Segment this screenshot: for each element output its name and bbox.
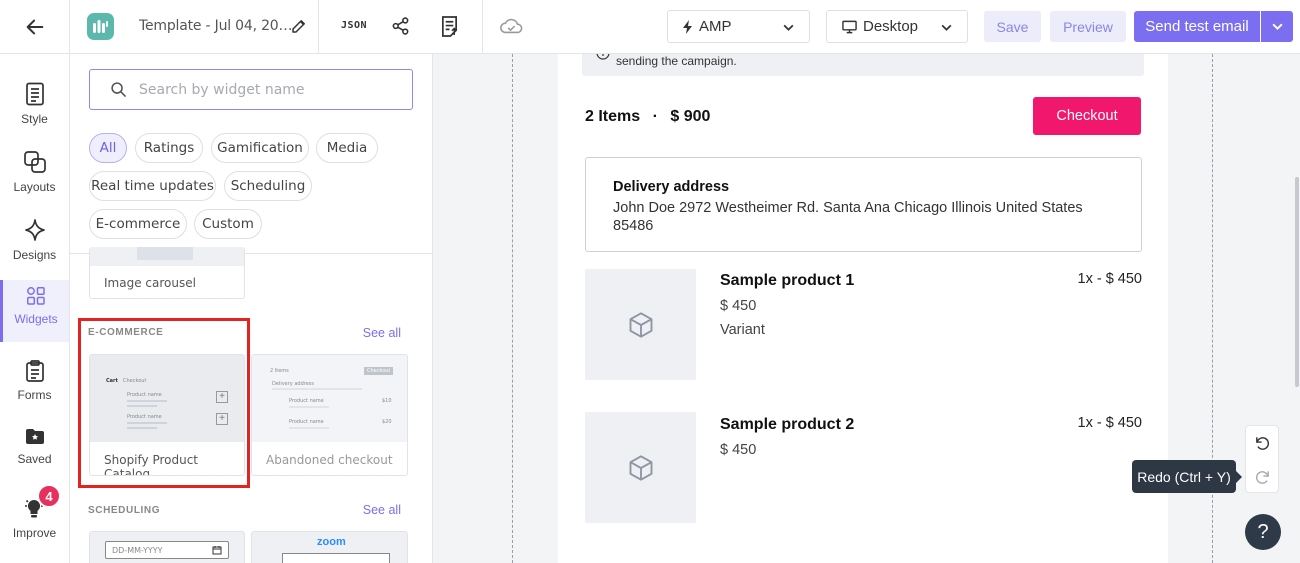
help-button[interactable]: ?	[1245, 514, 1281, 550]
divider	[318, 0, 319, 53]
rail-item-style[interactable]: Style	[0, 76, 69, 138]
chevron-down-icon	[1271, 23, 1283, 31]
redo-tooltip: Redo (Ctrl + Y)	[1132, 460, 1242, 493]
guide-line-left	[512, 54, 513, 563]
document-icon	[25, 82, 44, 106]
cloud-saved-icon	[499, 17, 523, 35]
search-icon	[111, 82, 127, 98]
sparkle-icon	[24, 219, 45, 241]
rail-item-layouts[interactable]: Layouts	[0, 144, 69, 206]
product-name: Sample product 1	[720, 272, 855, 289]
undo-icon[interactable]	[1254, 435, 1271, 452]
widget-card-image-carousel[interactable]: Image carousel	[89, 247, 245, 299]
chevron-down-icon	[941, 24, 952, 31]
layouts-icon	[23, 151, 46, 173]
calendar-icon	[212, 546, 222, 555]
divider	[482, 0, 483, 53]
email-body[interactable]: sending the campaign. 2 Items · $ 900 Ch…	[558, 54, 1168, 563]
rail-item-saved[interactable]: Saved	[0, 422, 69, 484]
filter-chip-custom[interactable]: Custom	[194, 209, 262, 239]
widgets-icon	[27, 287, 45, 305]
widgets-panel: Search by widget name All Ratings Gamifi…	[70, 54, 433, 563]
product-variant: Variant	[720, 322, 765, 338]
json-button[interactable]: JSON	[341, 20, 367, 31]
send-options-dropdown[interactable]	[1261, 11, 1293, 42]
export-document-icon[interactable]	[440, 16, 459, 37]
monitor-icon	[842, 20, 857, 33]
edit-title-pencil-icon[interactable]	[290, 17, 308, 35]
product-image-placeholder	[585, 412, 696, 523]
carousel-placeholder	[137, 247, 193, 260]
info-notice: sending the campaign.	[582, 54, 1144, 76]
product-quantity: 1x - $ 450	[1077, 415, 1143, 431]
rail-item-widgets[interactable]: Widgets	[0, 280, 69, 342]
filter-chip-media[interactable]: Media	[316, 133, 378, 163]
back-button[interactable]	[0, 0, 70, 53]
product-price: $ 450	[720, 442, 757, 458]
share-icon[interactable]	[391, 16, 410, 36]
send-test-email-button[interactable]: Send test email	[1134, 11, 1260, 42]
chevron-down-icon	[783, 24, 794, 31]
placeholder-line	[289, 406, 329, 408]
device-select[interactable]: Desktop	[826, 10, 968, 43]
zoom-input-preview	[282, 553, 390, 563]
preview-button[interactable]: Preview	[1050, 11, 1126, 42]
app-logo-icon	[87, 13, 114, 40]
save-button[interactable]: Save	[984, 11, 1041, 42]
widget-search-input[interactable]: Search by widget name	[89, 69, 413, 110]
product-price: $ 450	[720, 298, 757, 314]
widget-card-date-picker[interactable]: DD-MM-YYYY	[89, 531, 245, 563]
filter-chip-all[interactable]: All	[89, 133, 127, 163]
improve-count-badge: 4	[37, 484, 61, 508]
carousel-thumbnail	[90, 247, 244, 266]
redo-icon[interactable]	[1254, 469, 1271, 486]
see-all-ecommerce-link[interactable]: See all	[363, 326, 401, 340]
email-canvas: sending the campaign. 2 Items · $ 900 Ch…	[433, 54, 1300, 563]
folder-icon	[25, 429, 44, 444]
placeholder-line	[272, 388, 362, 390]
widget-card-abandoned-checkout[interactable]: 2 Items Checkout Delivery address Produc…	[251, 354, 408, 476]
amp-version-select[interactable]: AMP	[667, 10, 810, 43]
info-icon	[596, 54, 610, 60]
product-image-placeholder	[585, 269, 696, 380]
filter-chip-ratings[interactable]: Ratings	[135, 133, 203, 163]
abandoned-checkout-thumbnail: 2 Items Checkout Delivery address Produc…	[252, 355, 407, 442]
template-title[interactable]: Template - Jul 04, 20…	[139, 18, 293, 34]
canvas-scrollbar[interactable]	[1295, 177, 1299, 387]
delivery-address-box: Delivery address John Doe 2972 Westheime…	[585, 157, 1142, 252]
rail-item-forms[interactable]: Forms	[0, 354, 69, 416]
filter-chip-gamification[interactable]: Gamification	[211, 133, 309, 163]
cart-summary: 2 Items · $ 900	[585, 108, 711, 125]
filter-chip-scheduling[interactable]: Scheduling	[224, 171, 312, 201]
zoom-logo: zoom	[317, 536, 346, 548]
lightning-icon	[683, 19, 692, 34]
forms-icon	[25, 360, 44, 382]
box-icon	[629, 454, 652, 481]
top-bar: Template - Jul 04, 20… JSON AMP Desktop …	[0, 0, 1300, 54]
rail-item-designs[interactable]: Designs	[0, 212, 69, 274]
selection-highlight-box	[78, 318, 250, 488]
product-quantity: 1x - $ 450	[1077, 271, 1143, 287]
product-name: Sample product 2	[720, 416, 855, 433]
checkout-button[interactable]: Checkout	[1033, 97, 1141, 135]
box-icon	[629, 311, 652, 338]
section-title-scheduling: SCHEDULING	[88, 505, 161, 516]
left-rail: Style Layouts Designs Widgets Forms Save…	[0, 54, 70, 563]
placeholder-line	[289, 427, 329, 429]
filter-chip-real-time-updates[interactable]: Real time updates	[89, 171, 216, 201]
widget-card-zoom[interactable]: zoom	[251, 531, 408, 563]
arrow-left-icon	[26, 19, 43, 34]
filter-chip-ecommerce[interactable]: E-commerce	[89, 209, 187, 239]
see-all-scheduling-link[interactable]: See all	[363, 503, 401, 517]
undo-redo-controls	[1245, 425, 1279, 493]
date-input-preview: DD-MM-YYYY	[105, 541, 229, 559]
